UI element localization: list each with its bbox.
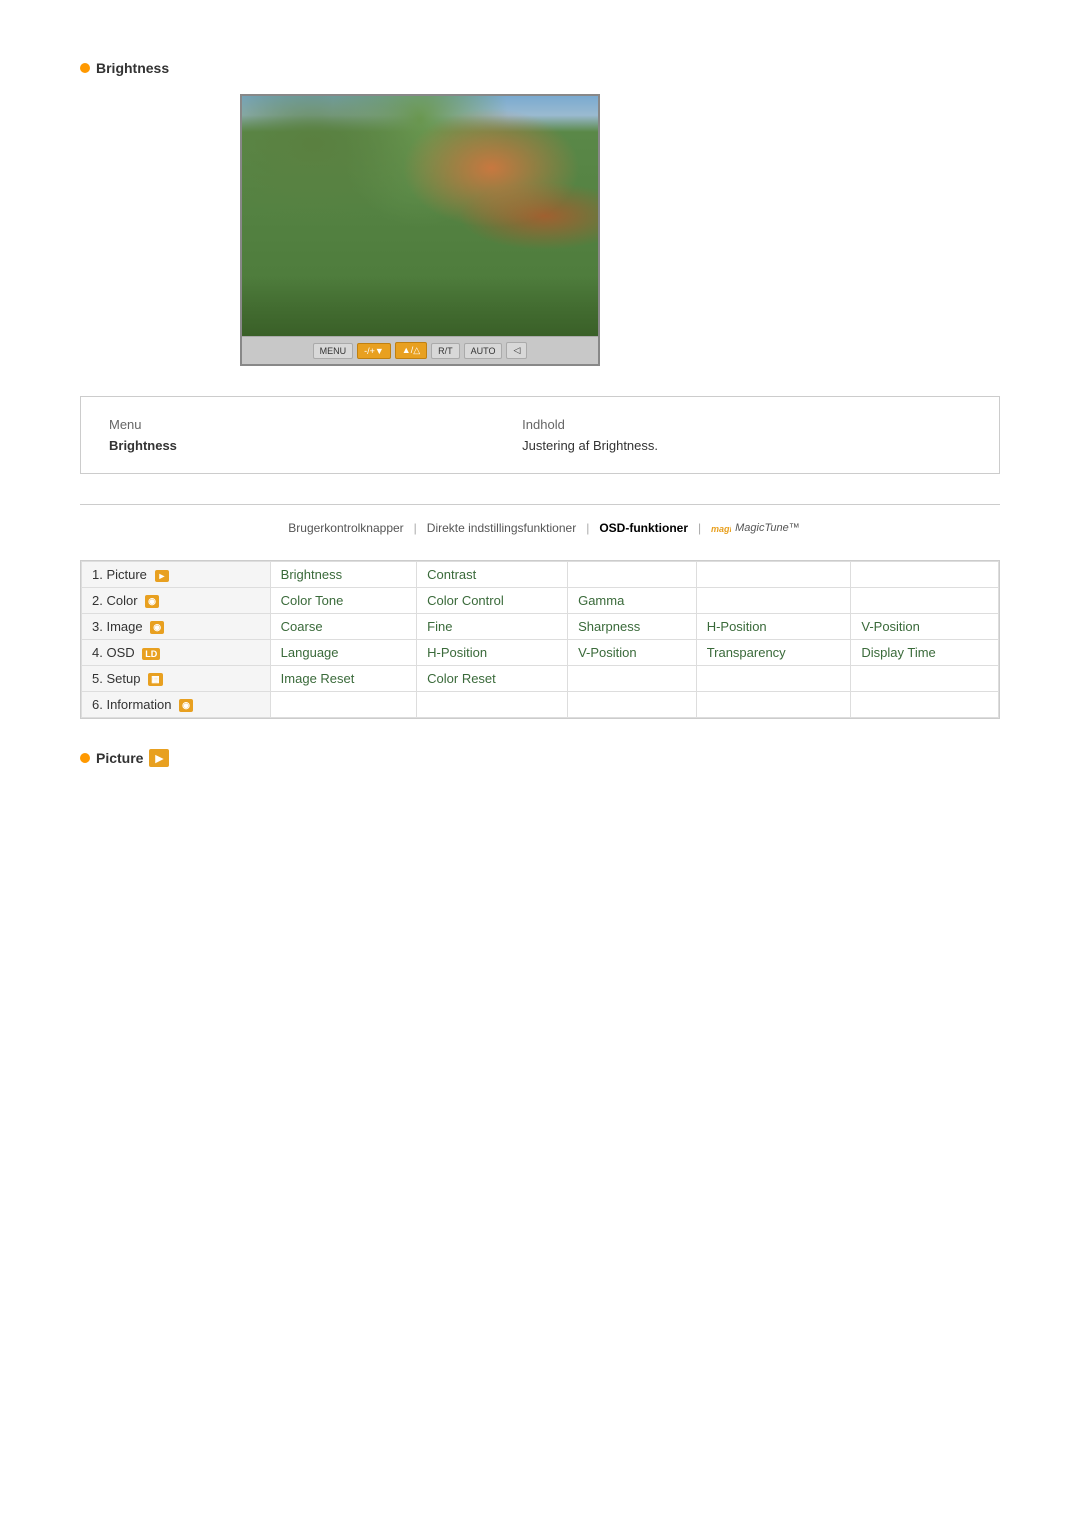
osd-table: 1. Picture ► Brightness Contrast 2. Colo… <box>81 561 999 718</box>
cell-empty-11 <box>568 692 697 718</box>
cell-empty-12 <box>696 692 851 718</box>
menu-label-osd: 4. OSD <box>92 645 135 660</box>
osd-table-wrapper: 1. Picture ► Brightness Contrast 2. Colo… <box>80 560 1000 719</box>
cell-color-reset[interactable]: Color Reset <box>417 666 568 692</box>
menu-label-picture: 1. Picture <box>92 567 147 582</box>
cell-display-time[interactable]: Display Time <box>851 640 999 666</box>
menu-cell-information: 6. Information ◉ <box>82 692 271 718</box>
magictune-logo-icon: magic <box>711 522 731 534</box>
information-icon-badge: ◉ <box>179 699 193 712</box>
info-table: Menu Indhold Brightness Justering af Bri… <box>101 413 979 457</box>
svg-text:magic: magic <box>711 524 731 534</box>
nav-item-osd[interactable]: OSD-funktioner <box>591 521 696 535</box>
menu-label-setup: 5. Setup <box>92 671 140 686</box>
cell-sharpness[interactable]: Sharpness <box>568 614 697 640</box>
spacer-cell <box>411 413 514 436</box>
cell-image-reset[interactable]: Image Reset <box>270 666 416 692</box>
nav-item-brugerkontrol[interactable]: Brugerkontrolknapper <box>280 521 411 535</box>
monitor-frame: MENU -/+▼ ▲/△ R/T AUTO ◁ <box>240 94 600 366</box>
cell-color-tone[interactable]: Color Tone <box>270 588 416 614</box>
brightness-icon <box>80 63 90 73</box>
menu-cell-picture: 1. Picture ► <box>82 562 271 588</box>
cell-h-position-img[interactable]: H-Position <box>696 614 851 640</box>
menu-cell-color: 2. Color ◉ <box>82 588 271 614</box>
table-row: 6. Information ◉ <box>82 692 999 718</box>
cell-brightness[interactable]: Brightness <box>270 562 416 588</box>
cell-gamma[interactable]: Gamma <box>568 588 697 614</box>
cell-transparency[interactable]: Transparency <box>696 640 851 666</box>
cell-h-position-osd[interactable]: H-Position <box>417 640 568 666</box>
info-table-header-row: Menu Indhold <box>101 413 979 436</box>
info-table-container: Menu Indhold Brightness Justering af Bri… <box>80 396 1000 474</box>
menu-label-information: 6. Information <box>92 697 172 712</box>
color-icon-badge: ◉ <box>145 595 159 608</box>
bezel-power-btn[interactable]: ◁ <box>506 342 527 359</box>
content-brightness: Justering af Brightness. <box>514 436 979 457</box>
picture-badge: ► <box>149 749 169 767</box>
cell-empty-4 <box>696 588 851 614</box>
bezel-up-btn[interactable]: ▲/△ <box>395 342 427 359</box>
magictune-label: MagicTune™ <box>735 522 800 534</box>
picture-section-heading: Picture ► <box>80 749 1000 767</box>
menu-cell-osd: 4. OSD LD <box>82 640 271 666</box>
cell-empty-7 <box>696 666 851 692</box>
nav-item-direkte[interactable]: Direkte indstillingsfunktioner <box>419 521 584 535</box>
menu-cell-image: 3. Image ◉ <box>82 614 271 640</box>
nav-magictune[interactable]: magic MagicTune™ <box>711 522 800 534</box>
info-table-row: Brightness Justering af Brightness. <box>101 436 979 457</box>
bezel-brightness-btn[interactable]: -/+▼ <box>357 343 391 359</box>
table-row: 4. OSD LD Language H-Position V-Position… <box>82 640 999 666</box>
picture-icon-badge: ► <box>155 570 170 582</box>
cell-color-control[interactable]: Color Control <box>417 588 568 614</box>
cell-contrast[interactable]: Contrast <box>417 562 568 588</box>
table-row: 1. Picture ► Brightness Contrast <box>82 562 999 588</box>
cell-empty-1 <box>568 562 697 588</box>
content-column-header: Indhold <box>514 413 979 436</box>
setup-icon-badge: ▦ <box>148 673 163 686</box>
table-row: 5. Setup ▦ Image Reset Color Reset <box>82 666 999 692</box>
table-row: 2. Color ◉ Color Tone Color Control Gamm… <box>82 588 999 614</box>
menu-label-color: 2. Color <box>92 593 138 608</box>
cell-fine[interactable]: Fine <box>417 614 568 640</box>
menu-column-header: Menu <box>101 413 411 436</box>
cell-language[interactable]: Language <box>270 640 416 666</box>
brightness-title: Brightness <box>96 60 169 76</box>
monitor-bezel: MENU -/+▼ ▲/△ R/T AUTO ◁ <box>242 336 598 364</box>
cell-v-position-img[interactable]: V-Position <box>851 614 999 640</box>
bezel-rt-btn[interactable]: R/T <box>431 343 460 359</box>
nav-bar: Brugerkontrolknapper | Direkte indstilli… <box>80 504 1000 535</box>
bezel-auto-btn[interactable]: AUTO <box>464 343 503 359</box>
monitor-image: MENU -/+▼ ▲/△ R/T AUTO ◁ <box>240 94 1000 366</box>
nav-sep-1: | <box>412 521 419 535</box>
cell-empty-8 <box>851 666 999 692</box>
cell-v-position-osd[interactable]: V-Position <box>568 640 697 666</box>
picture-title: Picture <box>96 750 143 766</box>
cell-empty-9 <box>270 692 416 718</box>
cell-empty-6 <box>568 666 697 692</box>
menu-item-brightness: Brightness <box>101 436 411 457</box>
cell-empty-5 <box>851 588 999 614</box>
image-icon-badge: ◉ <box>150 621 164 634</box>
nav-bar-inner: Brugerkontrolknapper | Direkte indstilli… <box>280 521 799 535</box>
cell-coarse[interactable]: Coarse <box>270 614 416 640</box>
cell-empty-10 <box>417 692 568 718</box>
brightness-section-heading: Brightness <box>80 60 1000 76</box>
cell-empty-3 <box>851 562 999 588</box>
nav-sep-2: | <box>584 521 591 535</box>
menu-cell-setup: 5. Setup ▦ <box>82 666 271 692</box>
picture-circle-icon <box>80 753 90 763</box>
cell-empty-13 <box>851 692 999 718</box>
osd-icon-badge: LD <box>142 648 160 660</box>
menu-label-image: 3. Image <box>92 619 143 634</box>
monitor-screen <box>242 96 598 336</box>
nav-sep-3: | <box>696 521 703 535</box>
bezel-menu-btn[interactable]: MENU <box>313 343 354 359</box>
table-row: 3. Image ◉ Coarse Fine Sharpness H-Posit… <box>82 614 999 640</box>
cell-empty-2 <box>696 562 851 588</box>
